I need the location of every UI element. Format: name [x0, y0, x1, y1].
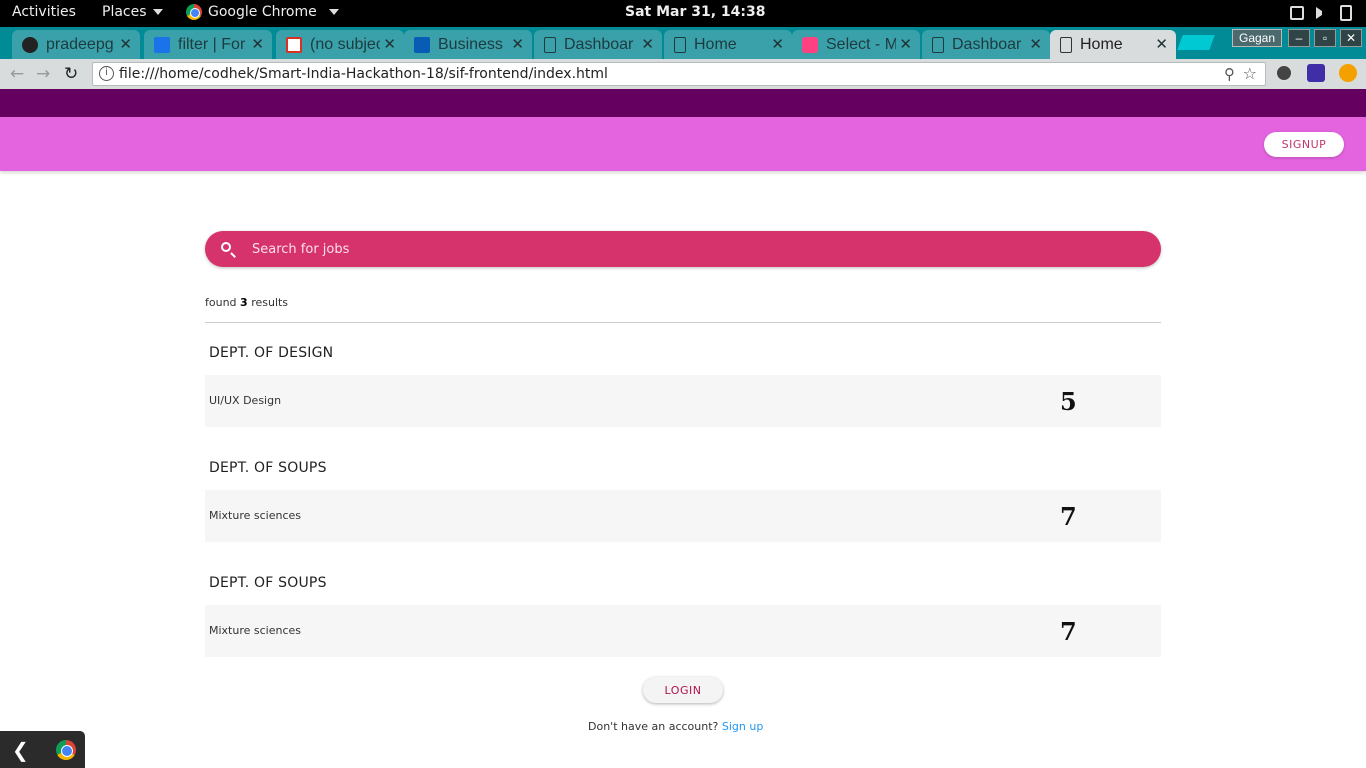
search-bar[interactable] [205, 231, 1161, 267]
app-menu[interactable]: Google Chrome [186, 4, 339, 20]
url-text[interactable]: file:///home/codhek/Smart-India-Hackatho… [119, 66, 608, 82]
tab[interactable]: (no subjec ✕ [276, 30, 404, 59]
profile-button[interactable]: Gagan [1232, 29, 1283, 47]
tab[interactable]: Business D ✕ [404, 30, 532, 59]
page-icon [544, 36, 556, 53]
bookmark-star-icon[interactable]: ☆ [1243, 64, 1257, 84]
chrome-icon [186, 4, 202, 20]
close-icon[interactable]: ✕ [1155, 35, 1168, 53]
signup-link[interactable]: Sign up [722, 720, 763, 733]
tab-title: pradeepg [46, 35, 114, 53]
results-suffix: results [251, 296, 289, 309]
clock[interactable]: Sat Mar 31, 14:38 [625, 4, 766, 20]
info-icon[interactable]: i [99, 66, 114, 81]
department-title: DEPT. OF SOUPS [209, 460, 327, 476]
tab-title: Dashboar [564, 35, 634, 53]
chevron-down-icon [328, 9, 339, 15]
tab[interactable]: filter | For ✕ [144, 30, 272, 59]
search-input[interactable] [252, 237, 1132, 261]
window-icon [1290, 6, 1304, 20]
department-title: DEPT. OF SOUPS [209, 575, 327, 591]
department-title: DEPT. OF DESIGN [209, 345, 334, 361]
close-icon[interactable]: ✕ [511, 35, 524, 53]
tab-strip: pradeepg ✕ filter | For ✕ (no subjec ✕ B… [0, 27, 1366, 59]
close-icon[interactable]: ✕ [383, 35, 396, 53]
dock: ❮ [0, 731, 85, 768]
login-button[interactable]: LOGIN [643, 677, 723, 703]
page-icon [932, 36, 944, 53]
is-icon [414, 36, 430, 53]
tab[interactable]: Home ✕ [664, 30, 792, 59]
tab-title: Home [1080, 35, 1123, 53]
tab-active[interactable]: Home ✕ [1050, 30, 1176, 59]
signup-prompt: Don't have an account? Sign up [588, 720, 763, 733]
new-tab-button[interactable] [1177, 35, 1215, 50]
job-count: 7 [1060, 502, 1077, 531]
tab[interactable]: pradeepg ✕ [12, 30, 140, 59]
results-summary: found 3 results [205, 296, 288, 309]
job-title: Mixture sciences [209, 509, 302, 522]
activities-button[interactable]: Activities [12, 4, 76, 20]
results-prefix: found [205, 296, 237, 309]
browser-toolbar: ← → ↻ i file:///home/codhek/Smart-India-… [0, 59, 1366, 89]
gmail-icon [286, 36, 302, 53]
close-icon[interactable]: ✕ [1029, 35, 1042, 53]
job-title: Mixture sciences [209, 624, 302, 637]
signup-prompt-text: Don't have an account? [588, 720, 719, 733]
job-title: UI/UX Design [209, 394, 282, 407]
zoom-icon[interactable]: ⚲ [1224, 65, 1235, 83]
back-arrow-icon[interactable]: ← [10, 64, 24, 84]
tab[interactable]: Select - M ✕ [792, 30, 920, 59]
material-icon [802, 36, 818, 53]
page-icon [674, 36, 686, 53]
flag-icon [154, 36, 170, 53]
page-icon [1060, 36, 1072, 53]
job-row[interactable]: UI/UX Design 5 [205, 375, 1161, 427]
tab[interactable]: Dashboar ✕ [534, 30, 662, 59]
header-bar: SIGNUP [0, 117, 1366, 171]
places-label: Places [102, 4, 147, 20]
app-menu-label: Google Chrome [208, 4, 317, 20]
chevron-down-icon [152, 9, 163, 15]
tab-title: Home [694, 35, 737, 53]
close-icon[interactable]: ✕ [899, 35, 912, 53]
close-icon[interactable]: ✕ [251, 35, 264, 53]
volume-muted-icon [1316, 7, 1328, 19]
divider [205, 322, 1161, 323]
search-icon [221, 242, 231, 252]
job-row[interactable]: Mixture sciences 7 [205, 605, 1161, 657]
signup-button[interactable]: SIGNUP [1264, 132, 1344, 157]
battery-icon [1340, 5, 1352, 21]
results-count: 3 [240, 296, 248, 309]
job-count: 7 [1060, 617, 1077, 646]
close-window-button[interactable]: ✕ [1340, 29, 1362, 47]
tab[interactable]: Dashboar ✕ [922, 30, 1050, 59]
h-extension-icon[interactable] [1307, 64, 1325, 82]
forward-arrow-icon[interactable]: → [36, 64, 50, 84]
job-count: 5 [1060, 387, 1077, 416]
address-bar[interactable]: i file:///home/codhek/Smart-India-Hackat… [92, 62, 1266, 86]
chrome-icon[interactable] [56, 740, 76, 760]
places-menu[interactable]: Places [102, 4, 163, 20]
system-tray[interactable] [1290, 5, 1352, 21]
page-content: SIGNUP found 3 results DEPT. OF DESIGN U… [0, 89, 1366, 768]
tab-title: Business D [438, 35, 508, 53]
maximize-button[interactable]: ▫ [1314, 29, 1336, 47]
warning-extension-icon[interactable] [1339, 64, 1357, 82]
tab-title: Select - M [826, 35, 896, 53]
speedometer-extension-icon[interactable] [1275, 64, 1293, 82]
chevron-left-icon[interactable]: ❮ [12, 738, 29, 762]
tab-title: Dashboar [952, 35, 1022, 53]
minimize-button[interactable]: – [1288, 29, 1310, 47]
job-row[interactable]: Mixture sciences 7 [205, 490, 1161, 542]
close-icon[interactable]: ✕ [641, 35, 654, 53]
github-icon [22, 36, 38, 53]
system-top-bar: Activities Places Google Chrome Sat Mar … [0, 0, 1366, 27]
header-top-band [0, 89, 1366, 117]
tab-title: (no subjec [310, 35, 380, 53]
reload-icon[interactable]: ↻ [64, 64, 78, 84]
close-icon[interactable]: ✕ [771, 35, 784, 53]
tab-title: filter | For [178, 35, 246, 53]
close-icon[interactable]: ✕ [119, 35, 132, 53]
